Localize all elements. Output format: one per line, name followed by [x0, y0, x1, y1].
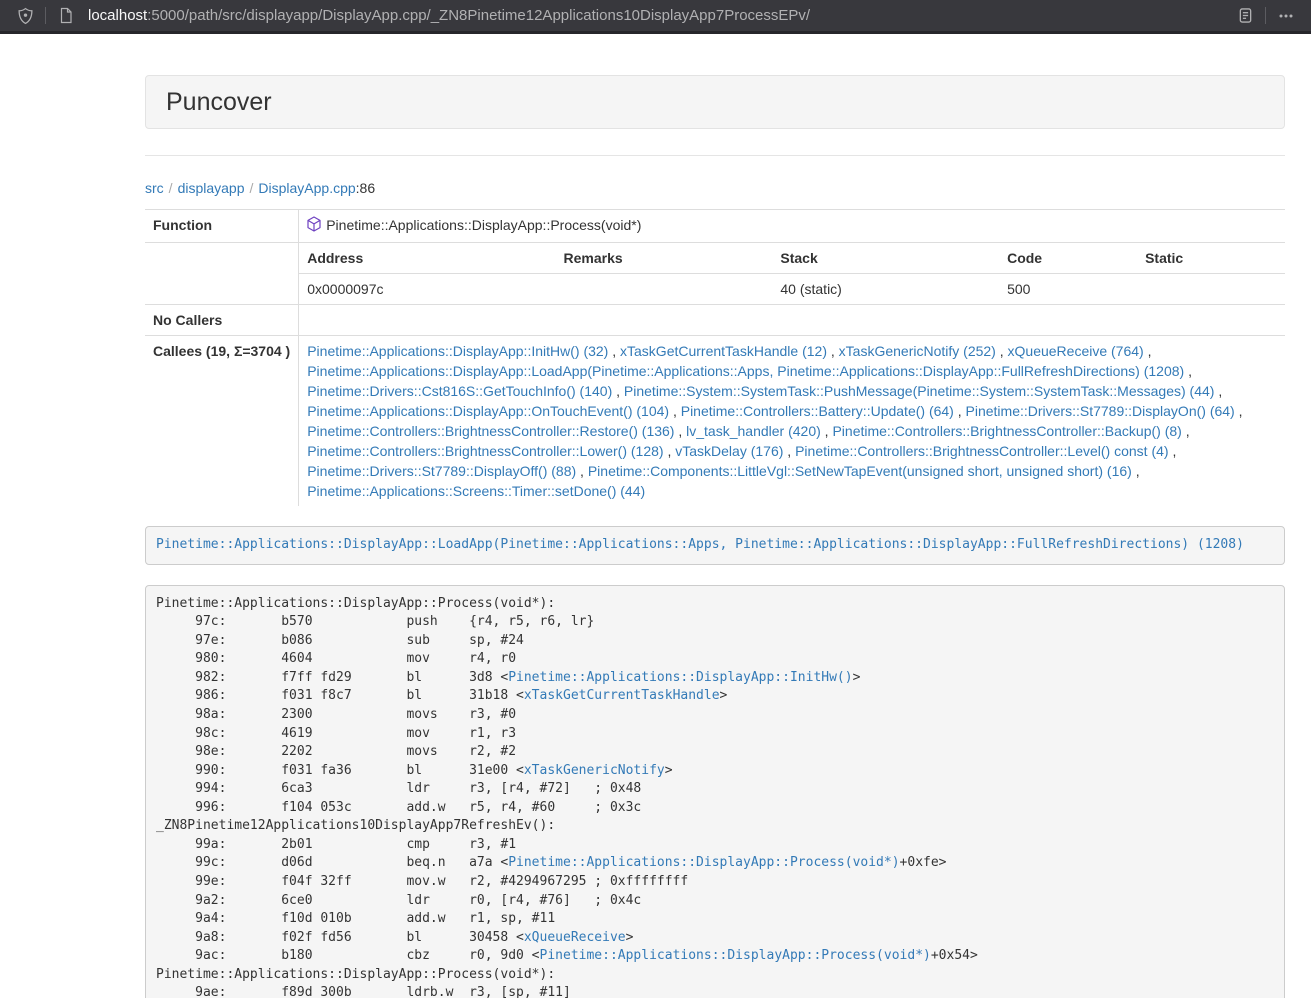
remarks-value: [556, 274, 773, 305]
callees-row: Callees (19, Σ=3704 ) Pinetime::Applicat…: [145, 336, 1285, 507]
callee-link[interactable]: xQueueReceive (764): [1008, 343, 1144, 359]
browser-toolbar: localhost:5000/path/src/displayapp/Displ…: [0, 0, 1311, 34]
breadcrumb: src/displayapp/DisplayApp.cpp:86: [145, 180, 1285, 196]
url-path: :5000/path/src/displayapp/DisplayApp.cpp…: [147, 7, 810, 24]
url-host: localhost: [88, 7, 147, 24]
callee-link[interactable]: Pinetime::Drivers::St7789::DisplayOn() (…: [966, 403, 1235, 419]
toolbar-divider-right: [1265, 7, 1266, 24]
breadcrumb-separator: /: [169, 180, 173, 196]
content-container: Puncover src/displayapp/DisplayApp.cpp:8…: [130, 75, 1300, 998]
callee-link[interactable]: Pinetime::Drivers::St7789::DisplayOff() …: [307, 463, 576, 479]
callee-link[interactable]: vTaskDelay (176): [675, 443, 783, 459]
callee-link[interactable]: Pinetime::Controllers::BrightnessControl…: [832, 423, 1181, 439]
callee-link[interactable]: xTaskGenericNotify (252): [839, 343, 996, 359]
page-icon[interactable]: [53, 3, 79, 29]
shield-icon[interactable]: [12, 3, 38, 29]
function-details-cell: Address Remarks Stack Code Static 0x0000…: [299, 243, 1285, 305]
function-details-row: Address Remarks Stack Code Static 0x0000…: [145, 243, 1285, 305]
breadcrumb-displayapp-link[interactable]: displayapp: [178, 180, 245, 196]
column-header-address: Address: [299, 243, 555, 274]
callee-link[interactable]: Pinetime::Controllers::BrightnessControl…: [795, 443, 1168, 459]
callee-link[interactable]: Pinetime::Applications::DisplayApp::OnTo…: [307, 403, 669, 419]
reader-view-icon[interactable]: [1232, 3, 1258, 29]
breadcrumb-line-number: :86: [356, 180, 375, 196]
no-callers-row: No Callers: [145, 305, 1285, 336]
asm-symbol-link[interactable]: xTaskGetCurrentTaskHandle: [524, 688, 720, 703]
callee-link[interactable]: Pinetime::Drivers::Cst816S::GetTouchInfo…: [307, 383, 612, 399]
function-name: Pinetime::Applications::DisplayApp::Proc…: [326, 217, 641, 233]
column-header-code: Code: [999, 243, 1137, 274]
function-details-table: Address Remarks Stack Code Static 0x0000…: [299, 243, 1285, 304]
code-value: 500: [999, 274, 1137, 305]
callee-link[interactable]: Pinetime::Controllers::BrightnessControl…: [307, 423, 674, 439]
callees-list: Pinetime::Applications::DisplayApp::Init…: [299, 336, 1285, 507]
details-value-row: 0x0000097c 40 (static) 500: [299, 274, 1285, 305]
url-bar[interactable]: localhost:5000/path/src/displayapp/Displ…: [88, 7, 1232, 24]
function-table: Function Pinetime::Applications::Display…: [145, 209, 1285, 506]
column-header-static: Static: [1137, 243, 1285, 274]
loadapp-snippet-link[interactable]: Pinetime::Applications::DisplayApp::Load…: [156, 537, 1244, 552]
app-title-banner: Puncover: [145, 75, 1285, 129]
asm-symbol-link[interactable]: xTaskGenericNotify: [524, 763, 665, 778]
function-name-cell: Pinetime::Applications::DisplayApp::Proc…: [299, 210, 1285, 243]
static-value: [1137, 274, 1285, 305]
breadcrumb-file-link[interactable]: DisplayApp.cpp: [258, 180, 355, 196]
callee-link[interactable]: lv_task_handler (420): [686, 423, 821, 439]
column-header-remarks: Remarks: [556, 243, 773, 274]
app-title: Puncover: [166, 88, 272, 116]
toolbar-divider: [45, 7, 46, 24]
menu-dots-icon[interactable]: [1273, 3, 1299, 29]
no-callers-label: No Callers: [145, 305, 299, 336]
breadcrumb-separator: /: [250, 180, 254, 196]
asm-symbol-link[interactable]: Pinetime::Applications::DisplayApp::Init…: [508, 670, 852, 685]
function-label: Function: [145, 210, 299, 243]
column-header-stack: Stack: [772, 243, 999, 274]
empty-cell: [145, 243, 299, 305]
breadcrumb-src-link[interactable]: src: [145, 180, 164, 196]
callee-link[interactable]: Pinetime::Controllers::BrightnessControl…: [307, 443, 663, 459]
divider-rule: [145, 155, 1285, 156]
loadapp-snippet-box: Pinetime::Applications::DisplayApp::Load…: [145, 526, 1285, 565]
callee-link[interactable]: Pinetime::Controllers::Battery::Update()…: [681, 403, 954, 419]
callee-link[interactable]: Pinetime::Components::LittleVgl::SetNewT…: [588, 463, 1132, 479]
asm-symbol-link[interactable]: Pinetime::Applications::DisplayApp::Proc…: [540, 948, 931, 963]
address-value: 0x0000097c: [299, 274, 555, 305]
package-icon: [307, 216, 321, 237]
callee-link[interactable]: Pinetime::Applications::DisplayApp::Init…: [307, 343, 608, 359]
asm-symbol-link[interactable]: xQueueReceive: [524, 930, 626, 945]
disassembly-block: Pinetime::Applications::DisplayApp::Proc…: [145, 585, 1285, 998]
stack-value: 40 (static): [772, 274, 999, 305]
details-header-row: Address Remarks Stack Code Static: [299, 243, 1285, 274]
callee-link[interactable]: Pinetime::Applications::Screens::Timer::…: [307, 483, 645, 499]
callees-label: Callees (19, Σ=3704 ): [145, 336, 299, 507]
function-row: Function Pinetime::Applications::Display…: [145, 210, 1285, 243]
callee-link[interactable]: xTaskGetCurrentTaskHandle (12): [620, 343, 827, 359]
no-callers-cell: [299, 305, 1285, 336]
callee-link[interactable]: Pinetime::Applications::DisplayApp::Load…: [307, 363, 1184, 379]
asm-symbol-link[interactable]: Pinetime::Applications::DisplayApp::Proc…: [508, 855, 899, 870]
page-content: Puncover src/displayapp/DisplayApp.cpp:8…: [0, 34, 1311, 998]
callee-link[interactable]: Pinetime::System::SystemTask::PushMessag…: [624, 383, 1215, 399]
